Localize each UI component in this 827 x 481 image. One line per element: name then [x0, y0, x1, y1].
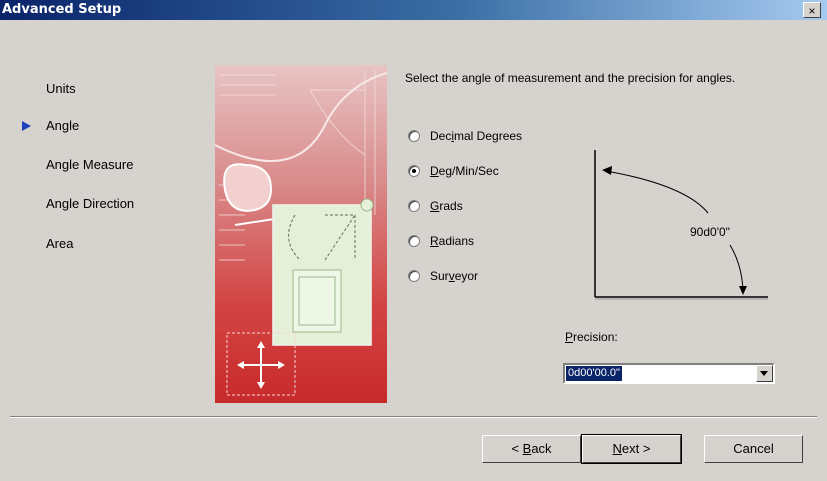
- radio-label-grads: Grads: [430, 199, 463, 213]
- radio-label-radians: Radians: [430, 234, 475, 248]
- next-button[interactable]: Next >: [581, 434, 682, 464]
- cancel-button[interactable]: Cancel: [704, 435, 803, 463]
- radio-deg-min-sec[interactable]: Deg/Min/Sec: [408, 163, 499, 179]
- window-title: Advanced Setup: [2, 2, 122, 17]
- separator: [10, 416, 817, 418]
- radio-button[interactable]: [408, 130, 420, 142]
- precision-label: Precision:: [565, 330, 618, 344]
- radio-button[interactable]: [408, 200, 420, 212]
- step-units: Units: [46, 81, 76, 96]
- current-step-arrow-icon: [22, 121, 31, 131]
- close-button[interactable]: ×: [803, 2, 821, 18]
- radio-decimal-degrees[interactable]: Decimal Degrees: [408, 128, 522, 144]
- precision-select[interactable]: 0d00'00.0": [563, 363, 775, 384]
- setup-illustration: [215, 65, 387, 403]
- step-angle: Angle: [46, 118, 80, 133]
- radio-button[interactable]: [408, 235, 420, 247]
- step-area: Area: [46, 236, 74, 251]
- radio-surveyor[interactable]: Surveyor: [408, 268, 478, 284]
- step-angle-direction: Angle Direction: [46, 196, 135, 211]
- title-bar: Advanced Setup ×: [0, 0, 827, 20]
- angle-diagram: 90d0'0": [594, 150, 768, 300]
- radio-label-decimal-degrees: Decimal Degrees: [430, 129, 523, 143]
- radio-button[interactable]: [408, 270, 420, 282]
- chevron-down-icon[interactable]: [756, 365, 773, 382]
- radio-radians[interactable]: Radians: [408, 233, 474, 249]
- radio-button[interactable]: [408, 165, 420, 177]
- precision-value: 0d00'00.0": [566, 366, 622, 381]
- close-icon: ×: [808, 4, 816, 18]
- radio-label-surveyor: Surveyor: [430, 269, 479, 283]
- radio-grads[interactable]: Grads: [408, 198, 463, 214]
- instruction-text: Select the angle of measurement and the …: [405, 71, 736, 85]
- step-angle-measure: Angle Measure: [46, 157, 134, 172]
- radio-label-deg-min-sec: Deg/Min/Sec: [430, 164, 499, 178]
- angle-label: 90d0'0": [690, 225, 730, 239]
- back-button[interactable]: < Back: [482, 435, 581, 463]
